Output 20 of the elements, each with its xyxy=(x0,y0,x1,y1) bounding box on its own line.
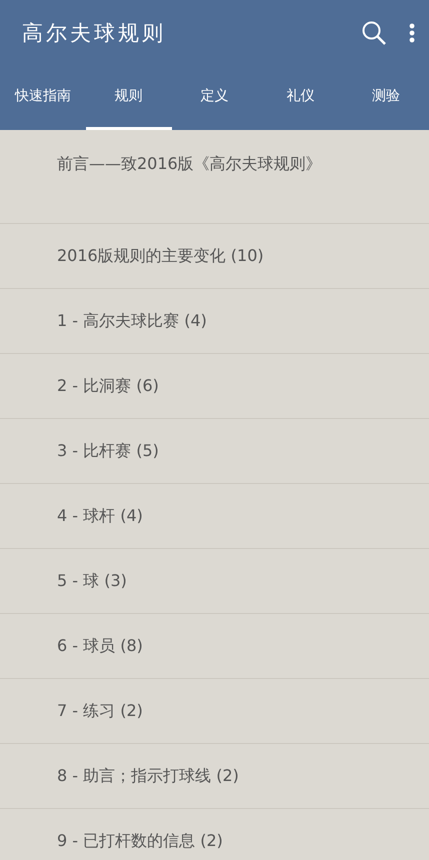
more-icon xyxy=(409,22,415,42)
more-button[interactable] xyxy=(409,22,415,42)
app-title: 高尔夫球规则 xyxy=(22,20,167,46)
tab[interactable]: 测验 xyxy=(343,65,429,130)
list-item[interactable]: 前言——致2016版《高尔夫球规则》 xyxy=(57,154,322,173)
tab[interactable]: 定义 xyxy=(172,65,258,130)
list-item[interactable]: 2016版规则的主要变化 (10) xyxy=(57,246,264,265)
search-button[interactable] xyxy=(361,20,387,46)
tab[interactable]: 礼仪 xyxy=(257,65,344,130)
list-item[interactable]: 5 - 球 (3) xyxy=(57,571,127,590)
list-item[interactable]: 4 - 球杆 (4) xyxy=(57,506,143,525)
list-item[interactable]: 7 - 练习 (2) xyxy=(57,701,143,720)
search-icon xyxy=(361,20,387,46)
tab[interactable]: 快速指南 xyxy=(0,65,86,130)
list-item[interactable]: 8 - 助言；指示打球线 (2) xyxy=(57,766,239,785)
list-item[interactable]: 6 - 球员 (8) xyxy=(57,636,143,655)
list-item[interactable]: 1 - 高尔夫球比赛 (4) xyxy=(57,311,207,330)
list-item[interactable]: 9 - 已打杆数的信息 (2) xyxy=(57,831,223,850)
list-item[interactable]: 2 - 比洞赛 (6) xyxy=(57,376,159,395)
list-item[interactable]: 3 - 比杆赛 (5) xyxy=(57,441,159,460)
